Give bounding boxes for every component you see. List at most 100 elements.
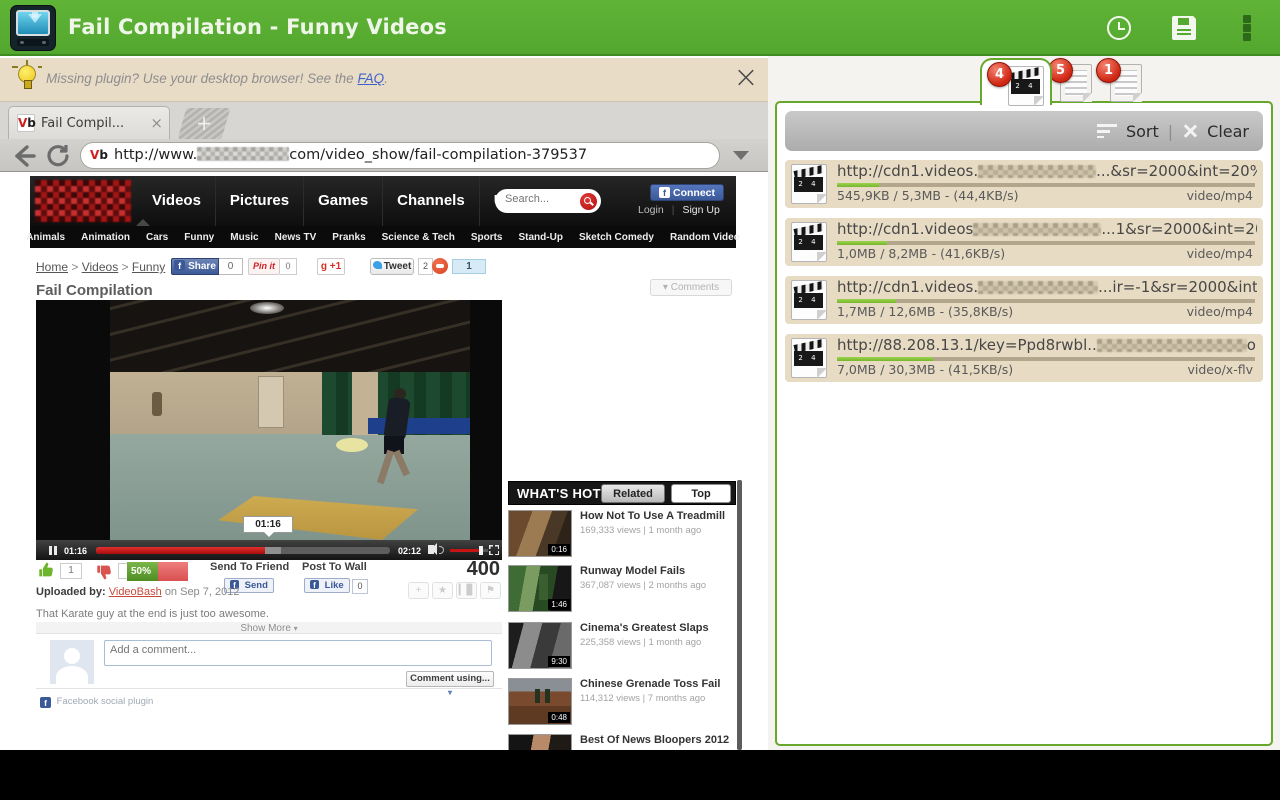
nav-games[interactable]: Games — [304, 176, 383, 226]
caret-down-icon: ▾ — [294, 624, 298, 633]
category-sketch[interactable]: Sketch Comedy — [579, 232, 654, 243]
download-progress-fill — [837, 357, 933, 361]
new-tab-button[interactable]: + — [178, 108, 231, 139]
screen: Fail Compilation - Funny Videos Missing … — [0, 0, 1280, 800]
comment-using-button[interactable]: Comment using... ▾ — [406, 671, 494, 687]
video-downloads-icon: 2 4 5 — [1008, 66, 1044, 106]
notification-close-icon[interactable]: × — [728, 60, 764, 96]
login-link[interactable]: Login — [638, 204, 664, 222]
flag-icon-button[interactable]: ⚑ — [480, 582, 501, 599]
category-funny[interactable]: Funny — [184, 232, 214, 243]
lightbulb-icon — [18, 65, 36, 83]
search-input[interactable] — [505, 193, 575, 205]
download-item[interactable]: 2 4 5 http://cdn1.videos...1&sr=2000&int… — [785, 218, 1263, 266]
volume-icon[interactable] — [428, 545, 434, 554]
download-size: 1,7MB / 12,6MB - (35,8KB/s) — [837, 304, 1013, 319]
downloads-tab-active[interactable]: 4 2 4 5 — [980, 58, 1052, 105]
add-icon-button[interactable]: + — [408, 582, 429, 599]
category-newstv[interactable]: News TV — [275, 232, 317, 243]
thumbs-down-icon[interactable] — [96, 564, 113, 580]
download-item[interactable]: 2 4 5 http://88.208.13.1/key=Ppd8rwbl..o… — [785, 334, 1263, 382]
history-clock-icon[interactable] — [1107, 16, 1131, 40]
seek-bar[interactable] — [96, 547, 390, 554]
sort-icon[interactable] — [1097, 124, 1117, 138]
signup-link[interactable]: Sign Up — [682, 204, 719, 222]
hot-video-item[interactable]: Best Of News Bloopers 2012 — [508, 734, 736, 750]
nav-channels[interactable]: Channels — [383, 176, 480, 226]
thumbs-up-icon[interactable] — [38, 562, 55, 578]
tab-top[interactable]: Top — [671, 484, 731, 503]
breadcrumb-funny[interactable]: Funny — [132, 260, 165, 274]
nav-pictures[interactable]: Pictures — [216, 176, 304, 226]
search-icon[interactable] — [580, 193, 597, 210]
hot-video-item[interactable]: 9:30 Cinema's Greatest Slaps225,358 view… — [508, 622, 736, 672]
category-animals[interactable]: Animals — [26, 232, 65, 243]
breadcrumb-home[interactable]: Home — [36, 260, 68, 274]
tab3-badge: 1 — [1096, 58, 1121, 83]
fb-like-button[interactable]: f Like — [304, 578, 350, 593]
facebook-icon: f — [310, 580, 319, 589]
site-logo-censored[interactable] — [35, 180, 131, 222]
sort-button[interactable]: Sort — [1126, 122, 1159, 141]
refresh-icon[interactable] — [44, 142, 72, 170]
faq-link[interactable]: FAQ — [357, 71, 384, 86]
url-dropdown-chevron-icon[interactable] — [733, 151, 749, 160]
avatar — [50, 640, 94, 684]
facebook-icon: f — [659, 187, 670, 198]
comments-button[interactable]: ▾ Comments — [650, 279, 732, 296]
page-scrollbar[interactable] — [737, 480, 742, 750]
download-item[interactable]: 2 4 5 http://cdn1.videos....ir=-1&sr=200… — [785, 276, 1263, 324]
save-icon[interactable] — [1172, 16, 1196, 40]
volume-handle[interactable] — [479, 546, 483, 555]
download-url: http://88.208.13.1/key=Ppd8rwbl..outdooo… — [837, 336, 1257, 354]
list-tab-2[interactable]: 5 — [1060, 64, 1098, 104]
stumbleupon-icon[interactable] — [432, 258, 448, 274]
category-standup[interactable]: Stand-Up — [519, 232, 563, 243]
comment-input[interactable] — [104, 640, 492, 666]
hot-video-item[interactable]: 0:48 Chinese Grenade Toss Fail114,312 vi… — [508, 678, 736, 728]
hot-video-item[interactable]: 1:46 Runway Model Fails367,087 views | 2… — [508, 565, 736, 615]
tweet-widget[interactable]: Tweet 2 — [370, 258, 433, 275]
pin-count: 0 — [280, 258, 297, 275]
clear-x-icon[interactable] — [1182, 123, 1198, 139]
category-scitech[interactable]: Science & Tech — [382, 232, 455, 243]
favorite-icon-button[interactable]: ★ — [432, 582, 453, 599]
category-animation[interactable]: Animation — [81, 232, 130, 243]
category-random[interactable]: Random Video — [670, 232, 740, 243]
back-icon[interactable] — [10, 142, 38, 170]
video-file-icon: 2 4 5 — [791, 280, 827, 320]
category-cars[interactable]: Cars — [146, 232, 168, 243]
video-player[interactable]: 01:16 01:16 02:12 — [36, 300, 502, 560]
fullscreen-icon[interactable] — [489, 545, 499, 555]
download-progress-track — [837, 241, 1255, 245]
uploader-link[interactable]: VideoBash — [109, 586, 162, 598]
breadcrumb-videos[interactable]: Videos — [82, 260, 118, 274]
overflow-menu-icon[interactable] — [1243, 15, 1251, 23]
clear-button[interactable]: Clear — [1207, 122, 1249, 141]
browser-tab[interactable]: Vb Fail Compil... × — [8, 106, 170, 139]
facebook-share-widget[interactable]: fShare 0 — [171, 258, 243, 275]
list-tab-3[interactable]: 1 — [1110, 64, 1148, 104]
tab-close-icon[interactable]: × — [150, 114, 163, 132]
category-pranks[interactable]: Pranks — [332, 232, 365, 243]
tab-related[interactable]: Related — [601, 484, 665, 503]
video-description: That Karate guy at the end is just too a… — [36, 608, 269, 620]
hot-video-meta: 225,358 views | 1 month ago — [580, 637, 732, 648]
pause-icon[interactable] — [49, 546, 52, 555]
stats-icon-button[interactable]: ▎▊ — [456, 582, 477, 599]
category-music[interactable]: Music — [230, 232, 258, 243]
url-field[interactable]: Vb http://www.com/video_show/fail-compil… — [80, 142, 720, 169]
hot-video-item[interactable]: 0:16 How Not To Use A Treadmill169,333 v… — [508, 510, 736, 560]
download-item[interactable]: 2 4 5 http://cdn1.videos....&sr=2000&int… — [785, 160, 1263, 208]
googleplus-widget[interactable]: g +1 — [317, 258, 345, 275]
category-sports[interactable]: Sports — [471, 232, 503, 243]
facebook-connect-button[interactable]: fConnect — [650, 184, 724, 201]
pinterest-widget[interactable]: Pin it 0 — [248, 258, 297, 275]
url-suffix: ...ir=-1&sr=2000&int=20%&start=0 — [1098, 278, 1257, 296]
comment-box: Comment using... ▾ — [36, 633, 502, 689]
url-suffix: ...1&sr=2000&int=20%&start=45.1 — [1101, 220, 1257, 238]
whats-hot-title: WHAT'S HOT — [517, 486, 601, 501]
video-thumbnail — [508, 734, 572, 750]
upload-date: on Sep 7, 2012 — [165, 586, 240, 598]
volume-slider[interactable] — [450, 549, 488, 552]
